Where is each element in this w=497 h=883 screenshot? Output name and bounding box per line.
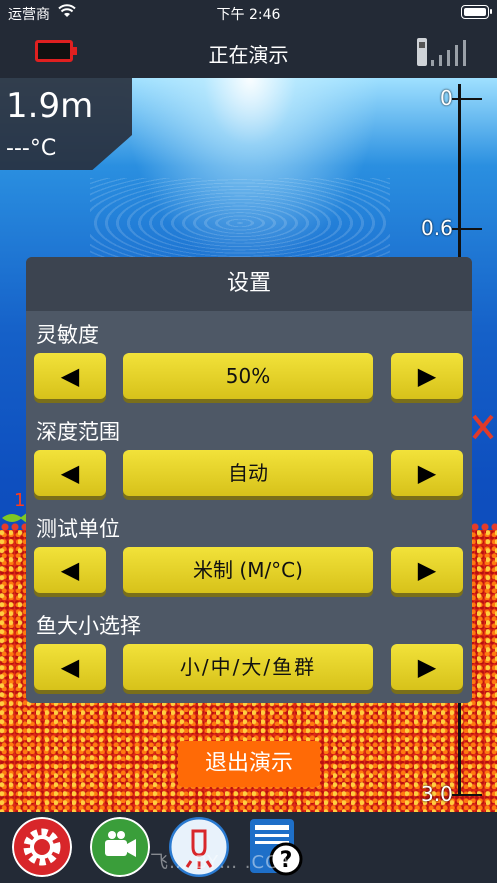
sensitivity-increase-button[interactable]: ▶ bbox=[391, 353, 463, 399]
fish-icon bbox=[2, 512, 28, 524]
scale-label-0-6: 0.6 bbox=[421, 216, 453, 240]
dialog-title: 设置 bbox=[26, 257, 472, 311]
scale-label-3-0: 3.0 bbox=[421, 782, 453, 806]
scale-tick bbox=[452, 794, 482, 796]
camera-icon[interactable] bbox=[90, 817, 150, 877]
left-arrow-icon: ◀ bbox=[60, 653, 80, 681]
depth-range-label: 深度范围 bbox=[36, 420, 120, 444]
sensitivity-decrease-button[interactable]: ◀ bbox=[34, 353, 106, 399]
fish-icon bbox=[472, 414, 494, 440]
fish-size-increase-button[interactable]: ▶ bbox=[391, 644, 463, 690]
fish-count: 1 bbox=[14, 490, 26, 511]
unit-increase-button[interactable]: ▶ bbox=[391, 547, 463, 593]
system-battery-icon bbox=[461, 5, 492, 19]
depth-range-decrease-button[interactable]: ◀ bbox=[34, 450, 106, 496]
left-arrow-icon: ◀ bbox=[60, 362, 80, 390]
unit-decrease-button[interactable]: ◀ bbox=[34, 547, 106, 593]
depth-range-value[interactable]: 自动 bbox=[123, 450, 373, 496]
water-ripple bbox=[90, 178, 390, 268]
watermark: 飞… BY… .COM bbox=[150, 852, 297, 873]
fish-size-value[interactable]: 小/中/大/鱼群 bbox=[123, 644, 373, 690]
bottom-toolbar: ? 飞… BY… .COM bbox=[0, 812, 497, 883]
left-arrow-icon: ◀ bbox=[60, 556, 80, 584]
right-arrow-icon: ▶ bbox=[417, 653, 437, 681]
left-arrow-icon: ◀ bbox=[60, 459, 80, 487]
status-bar: 运营商 下午 2:46 bbox=[0, 0, 497, 26]
temperature-readout: ---°C bbox=[6, 136, 57, 161]
exit-demo-button[interactable]: 退出演示 bbox=[178, 741, 320, 787]
right-arrow-icon: ▶ bbox=[417, 556, 437, 584]
depth-range-increase-button[interactable]: ▶ bbox=[391, 450, 463, 496]
right-arrow-icon: ▶ bbox=[417, 459, 437, 487]
nav-bar: 正在演示 bbox=[0, 26, 497, 78]
unit-label: 测试单位 bbox=[36, 517, 120, 541]
sensitivity-label: 灵敏度 bbox=[36, 323, 99, 347]
scale-label-0: 0 bbox=[440, 86, 453, 110]
clock: 下午 2:46 bbox=[216, 7, 281, 23]
signal-icon bbox=[417, 38, 466, 66]
right-arrow-icon: ▶ bbox=[417, 362, 437, 390]
sensitivity-value[interactable]: 50% bbox=[123, 353, 373, 399]
scale-tick bbox=[452, 228, 482, 230]
unit-value[interactable]: 米制 (M/°C) bbox=[123, 547, 373, 593]
scale-tick bbox=[452, 98, 482, 100]
fish-size-label: 鱼大小选择 bbox=[36, 614, 141, 638]
depth-readout: 1.9m bbox=[6, 86, 94, 126]
settings-gear-icon[interactable] bbox=[12, 817, 72, 877]
settings-dialog: 设置 灵敏度 ◀ 50% ▶ 深度范围 ◀ 自动 ▶ 测试单位 ◀ 米制 (M/… bbox=[26, 257, 472, 703]
fish-size-decrease-button[interactable]: ◀ bbox=[34, 644, 106, 690]
